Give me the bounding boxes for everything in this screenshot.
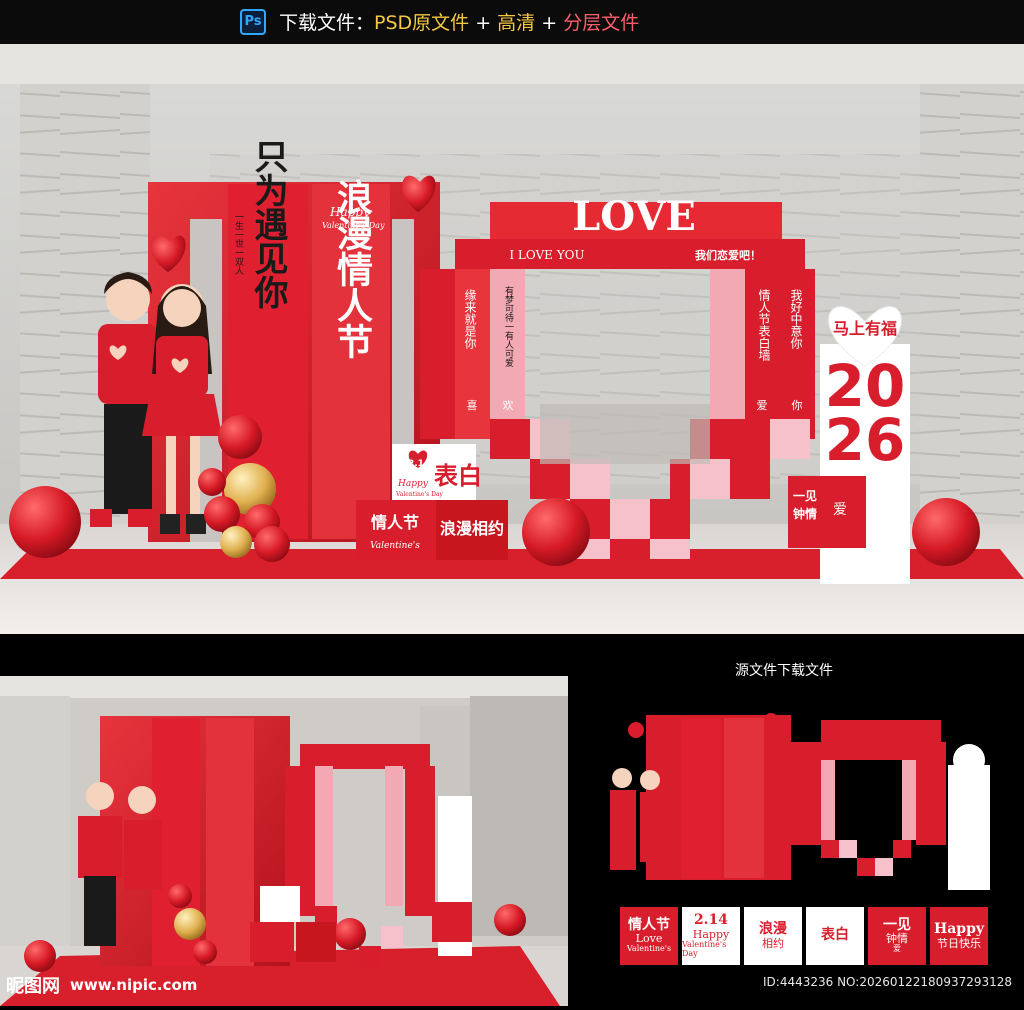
year-bottom: 26 <box>825 406 906 474</box>
right-column <box>920 84 1024 554</box>
ai-char: 爱 <box>757 399 768 412</box>
top-bar: Ps 下载文件：PSD原文件 + 高清 + 分层文件 <box>0 0 1024 44</box>
thumbnail-row: 情人节 Love Valentine's 2.14 Happy Valentine's D… <box>620 907 992 967</box>
overview-pixel-2 <box>839 840 857 858</box>
watermark-cn: 昵图网 <box>6 976 60 997</box>
overview-heart-top <box>764 713 778 727</box>
small-scene-svg <box>0 676 568 1006</box>
banner-right-text: 浪漫情人节 <box>331 179 373 359</box>
overview-pixel-3 <box>857 858 875 876</box>
download-label: 下载文件： <box>279 12 375 34</box>
overview-pixel-5 <box>893 840 911 858</box>
frame-column-4: 我好中意你 <box>789 289 803 349</box>
reception-desk <box>540 404 710 464</box>
plus-sign: + <box>469 12 498 34</box>
love-title: LOVE <box>572 193 696 240</box>
overview-figure-head-2 <box>640 770 660 790</box>
heart-sign-text: 马上有福 <box>833 319 897 338</box>
overview-frame-top <box>791 742 946 760</box>
photoshop-icon: Ps <box>240 9 266 35</box>
overview-banner-1 <box>681 718 721 878</box>
overview-year-pillar <box>948 765 990 890</box>
overview-heart-left <box>628 722 644 738</box>
hd-label: 高清 <box>497 12 536 34</box>
box-happy: Happy <box>397 479 429 489</box>
watermark: 昵图网 www.nipic.com <box>6 970 197 1000</box>
thumb-214-line3: Valentine's Day <box>682 939 727 958</box>
thumb-yijian-line3: 爱 <box>893 944 901 954</box>
box-valentines: Valentine's Day <box>395 491 443 498</box>
overview-figure-body-2 <box>640 792 664 862</box>
box-langman: 浪漫相约 <box>440 519 504 538</box>
box-valentines-script: Valentine's <box>370 541 420 551</box>
box-right-a: 一见 <box>793 489 817 503</box>
box-biaobai: 表白 <box>434 461 482 490</box>
banner-left-small: 一生一世一双人 <box>233 212 244 275</box>
overview-banner-2 <box>724 718 764 878</box>
big-ball-left <box>9 486 81 558</box>
overview-pink-left <box>821 760 835 840</box>
frame-column-2: 有梦可待一有人可爱 <box>503 285 514 367</box>
overview-heart-sign <box>953 744 985 776</box>
big-ball-center <box>522 498 590 566</box>
thumb-yijian: 一见 钟情爱 <box>868 907 926 965</box>
plus-sign-2: + <box>535 12 564 34</box>
i-love-you-text: I LOVE YOU <box>509 248 584 262</box>
thumb-qingrenjie: 情人节 Love Valentine's <box>620 907 678 965</box>
thumb-214-line1: 2.14 <box>693 912 729 929</box>
overview-frame-left <box>791 760 821 845</box>
overview-pixel-4 <box>875 858 893 876</box>
thumb-qingrenjie-line3: Valentine's <box>626 944 672 954</box>
thumb-yijian-line1: 一见 <box>883 916 911 933</box>
overview-love-bar <box>821 720 941 742</box>
thumb-langman: 浪漫 相约 <box>744 907 802 965</box>
huan-char: 欢 <box>503 398 514 412</box>
layers-label: 分层文件 <box>563 12 640 34</box>
overview-pink-right <box>902 760 916 840</box>
thumb-biaobai: 表白 <box>806 907 864 965</box>
box-qingrenjie: 情人节 <box>371 513 419 532</box>
overview-label: 源文件下载文件 <box>735 663 833 679</box>
thumb-happy-line2: 节日快乐 <box>937 936 981 950</box>
ni-char: 你 <box>792 399 803 412</box>
main-render: 只为遇见你 一生一世一双人 Happy Valentine's Day 浪漫情人… <box>0 44 1024 634</box>
xi-char: 喜 <box>467 399 478 412</box>
overview-pixel-1 <box>821 840 839 858</box>
thumb-qingrenjie-line1: 情人节 <box>628 916 670 933</box>
page: Ps 下载文件：PSD原文件 + 高清 + 分层文件 只为遇见你 一生一世一双人… <box>0 0 1024 1010</box>
thumb-happy: Happy 节日快乐 <box>930 907 988 965</box>
thumb-langman-line1: 浪漫 <box>759 921 787 938</box>
ceiling <box>0 44 1024 84</box>
download-info: 下载文件：PSD原文件 + 高清 + 分层文件 <box>279 8 639 35</box>
layout-overview <box>610 713 990 890</box>
box-right-b: 钟情 <box>793 506 817 521</box>
box-right-c: 爱 <box>833 502 847 518</box>
thumb-biaobai-line1: 表白 <box>821 927 849 944</box>
small-render <box>0 676 568 1006</box>
frame-column-3: 情人节表白墙 <box>757 289 771 362</box>
id-text: ID:4443236 NO:20260122180937293128 <box>763 975 1013 989</box>
banner-left-text: 只为遇见你 <box>248 139 289 309</box>
lets-love-text: 我们恋爱吧！ <box>695 248 761 262</box>
overview-figure-head-1 <box>612 768 632 788</box>
main-scene-svg: 只为遇见你 一生一世一双人 Happy Valentine's Day 浪漫情人… <box>0 44 1024 634</box>
watermark-url: www.nipic.com <box>70 976 198 994</box>
frame-column-1: 缘来就是你 <box>463 289 477 349</box>
overview-frame-right <box>916 760 946 845</box>
box-date: 2.14 <box>408 459 430 469</box>
thumb-langman-line2: 相约 <box>762 936 784 950</box>
psd-label: PSD原文件 <box>374 12 470 34</box>
thumb-214: 2.14 Happy Valentine's Day <box>682 907 740 965</box>
overview-figure-body-1 <box>610 790 636 870</box>
thumb-happy-line1: Happy <box>933 921 984 938</box>
big-ball-right <box>912 498 980 566</box>
